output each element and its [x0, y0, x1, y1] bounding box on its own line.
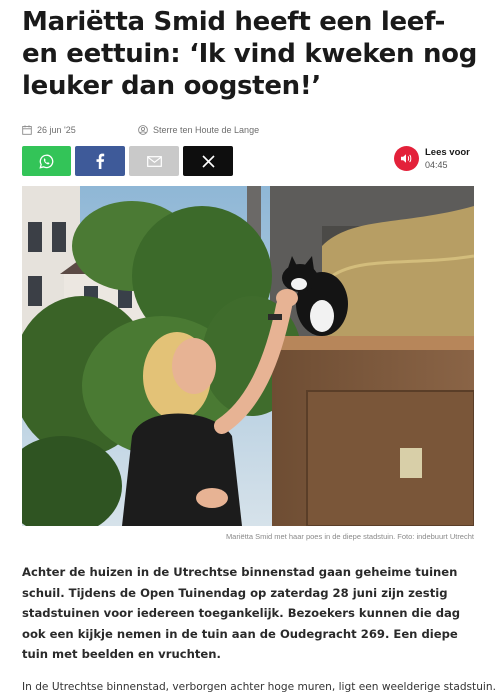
- article-title: Mariëtta Smid heeft een leef- en eettuin…: [22, 7, 478, 101]
- calendar-icon: [22, 125, 32, 135]
- photo-caption: Mariëtta Smid met haar poes in de diepe …: [225, 532, 474, 541]
- facebook-icon: [96, 153, 105, 169]
- whatsapp-icon: [39, 154, 54, 169]
- article-date: 26 jun '25: [22, 125, 76, 135]
- mail-icon: [146, 155, 162, 167]
- share-whatsapp-button[interactable]: [22, 146, 71, 176]
- article-lead: Achter de huizen in de Utrechtse binnens…: [22, 565, 461, 662]
- article-photo: [22, 186, 474, 526]
- article-body-first-line: In de Utrechtse binnenstad, verborgen ac…: [22, 681, 496, 693]
- author-text: Sterre ten Houte de Lange: [153, 125, 260, 135]
- share-buttons: [22, 146, 233, 176]
- read-aloud-duration: 04:45: [425, 159, 448, 170]
- share-facebook-button[interactable]: [75, 146, 125, 176]
- x-icon: [201, 154, 215, 168]
- article-author[interactable]: Sterre ten Houte de Lange: [138, 125, 259, 135]
- share-email-button[interactable]: [129, 146, 179, 176]
- read-aloud-button[interactable]: Lees voor 04:45: [394, 146, 470, 171]
- read-aloud-label: Lees voor: [425, 146, 470, 158]
- garden-photo-illustration: [22, 186, 474, 526]
- article-meta: 26 jun '25 Sterre ten Houte de Lange: [22, 123, 259, 137]
- share-x-button[interactable]: [183, 146, 233, 176]
- user-icon: [138, 125, 148, 135]
- date-text: 26 jun '25: [37, 125, 76, 135]
- speaker-icon: [394, 146, 419, 171]
